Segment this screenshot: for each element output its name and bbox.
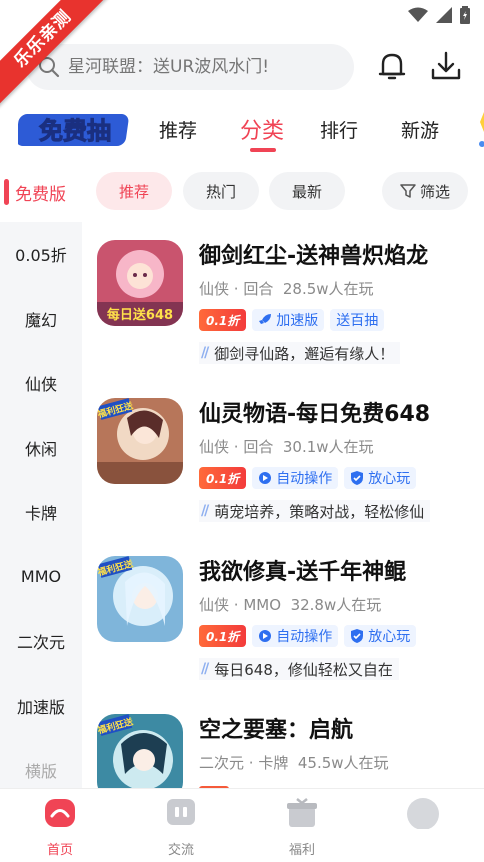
sidebar-item-anime[interactable]: 二次元 — [0, 609, 82, 674]
download-icon[interactable] — [428, 48, 464, 84]
tab-recommend[interactable]: 推荐 — [159, 116, 197, 143]
shield-icon — [351, 629, 364, 643]
nav-welfare[interactable]: 福利 — [262, 797, 342, 858]
game-meta: 仙侠 · 回合 30.1w人在玩 — [199, 438, 374, 456]
game-list: 每日送648 御剑红尘-送神兽炽焰龙 仙侠 · 回合 28.5w人在玩 0.1折… — [82, 222, 484, 788]
filter-recommend[interactable]: 推荐 — [96, 172, 172, 210]
sidebar-item-xianxia[interactable]: 仙侠 — [0, 351, 82, 416]
svg-text:每日送648: 每日送648 — [107, 307, 173, 323]
filter-row: 免费版 推荐 热门 最新 筛选 — [0, 170, 484, 214]
nav-community[interactable]: 交流 — [141, 797, 221, 858]
auto-icon — [259, 472, 272, 484]
game-tags: 0.1折 加速版 送百抽 — [199, 309, 385, 331]
game-title: 我欲修真-送千年神鲲 — [199, 560, 407, 585]
game-card[interactable]: 福利狂送 仙灵物语-每日免费648 仙侠 · 回合 30.1w人在玩 0.1折 … — [82, 380, 484, 538]
game-title: 空之要塞：启航 — [199, 718, 354, 743]
bell-icon[interactable] — [374, 48, 410, 84]
signal-icon — [436, 7, 452, 23]
ribbon-text: 乐乐亲测 — [0, 0, 110, 110]
tag-auto-play: 自动操作 — [252, 467, 339, 489]
star-icon — [479, 112, 484, 147]
sidebar-heading[interactable]: 免费版 — [0, 170, 82, 214]
game-title: 御剑红尘-送神兽炽焰龙 — [199, 244, 429, 269]
wifi-icon — [408, 7, 428, 22]
free-draw-logo[interactable]: 免费抽 — [18, 110, 132, 150]
chat-icon — [167, 799, 195, 825]
game-icon[interactable]: 每日送648 — [97, 240, 183, 326]
tab-category[interactable]: 分类 — [240, 113, 284, 145]
sidebar-item-accelerated[interactable]: 加速版 — [0, 674, 82, 739]
filter-button-label: 筛选 — [419, 182, 450, 201]
tab-ranking[interactable]: 排行 — [320, 116, 358, 143]
tag-safe-play: 放心玩 — [344, 625, 417, 647]
filter-hot[interactable]: 热门 — [183, 172, 259, 210]
tag-auto-play: 自动操作 — [252, 625, 339, 647]
nav-welfare-label: 福利 — [288, 843, 315, 858]
category-sidebar: 0.05折 魔幻 仙侠 休闲 卡牌 MMO 二次元 加速版 横版 — [0, 222, 82, 788]
gift-icon — [287, 798, 317, 827]
nav-profile[interactable] — [383, 797, 463, 839]
filter-latest[interactable]: 最新 — [269, 172, 345, 210]
auto-icon — [259, 630, 272, 642]
sidebar-item-card[interactable]: 卡牌 — [0, 480, 82, 545]
game-tags: 0.1折 自动操作 放心玩 — [199, 625, 417, 647]
top-tabs: 免费抽 推荐 分类 排行 新游 — [0, 104, 484, 156]
home-icon — [45, 799, 75, 827]
tab-new-games[interactable]: 新游 — [401, 116, 439, 143]
shield-icon — [351, 471, 364, 485]
game-card[interactable]: 福利狂送 空之要塞：启航 二次元 · 卡牌 45.5w人在玩 — [82, 696, 484, 788]
bottom-navigation: 首页 交流 福利 — [0, 788, 484, 862]
game-icon[interactable]: 福利狂送 — [97, 714, 183, 788]
tag-accelerated: 加速版 — [252, 309, 325, 331]
game-description: // 萌宠培养，策略对战，轻松修仙 — [199, 500, 431, 522]
game-description: // 御剑寻仙路，邂逅有缘人！ — [199, 342, 401, 364]
sidebar-item-casual[interactable]: 休闲 — [0, 416, 82, 481]
tag-safe-play: 放心玩 — [344, 467, 417, 489]
game-meta: 仙侠 · MMO 32.8w人在玩 — [199, 596, 382, 614]
tested-ribbon: 乐乐亲测 — [0, 0, 110, 110]
funnel-icon — [400, 184, 416, 198]
discount-badge: 0.1折 — [199, 309, 247, 331]
nav-community-label: 交流 — [167, 843, 194, 858]
game-meta: 二次元 · 卡牌 45.5w人在玩 — [199, 754, 389, 772]
svg-text:免费抽: 免费抽 — [39, 117, 111, 145]
game-card[interactable]: 福利狂送 我欲修真-送千年神鲲 仙侠 · MMO 32.8w人在玩 0.1折 自… — [82, 538, 484, 696]
game-tags: 0.1折 自动操作 放心玩 — [199, 467, 417, 489]
game-description: // 每日648，修仙轻松又自在 — [199, 658, 399, 680]
game-icon[interactable]: 福利狂送 — [97, 556, 183, 642]
active-tab-indicator — [250, 148, 276, 152]
game-meta: 仙侠 · 回合 28.5w人在玩 — [199, 280, 374, 298]
quote-icon: // — [201, 661, 209, 677]
sidebar-item-discount[interactable]: 0.05折 — [0, 222, 82, 287]
nav-home[interactable]: 首页 — [20, 797, 100, 858]
avatar-icon — [407, 798, 439, 830]
sidebar-item-fantasy[interactable]: 魔幻 — [0, 287, 82, 352]
game-title: 仙灵物语-每日免费648 — [199, 402, 431, 427]
rocket-icon — [259, 314, 272, 324]
tag-hundred-draws: 送百抽 — [330, 309, 385, 331]
game-icon[interactable]: 福利狂送 — [97, 398, 183, 484]
quote-icon: // — [201, 345, 209, 361]
quote-icon: // — [201, 503, 209, 519]
sidebar-heading-label: 免费版 — [15, 184, 66, 205]
battery-icon — [460, 6, 470, 24]
active-indicator — [4, 179, 9, 205]
sidebar-item-mmo[interactable]: MMO — [0, 545, 82, 610]
nav-home-label: 首页 — [46, 843, 73, 858]
discount-badge: 0.1折 — [199, 467, 247, 489]
discount-badge: 0.1折 — [199, 625, 247, 647]
game-card[interactable]: 每日送648 御剑红尘-送神兽炽焰龙 仙侠 · 回合 28.5w人在玩 0.1折… — [82, 222, 484, 380]
filter-button[interactable]: 筛选 — [382, 172, 468, 210]
